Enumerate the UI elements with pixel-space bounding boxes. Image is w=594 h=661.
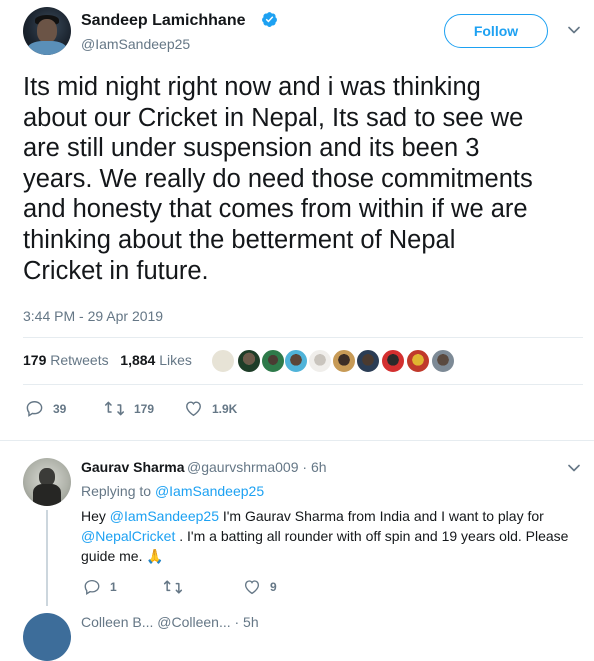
liker-avatar[interactable] [381, 349, 405, 373]
tweet-timestamp[interactable]: 3:44 PM - 29 Apr 2019 [23, 308, 163, 324]
reply-action[interactable]: 39 [25, 399, 66, 418]
reply-text-part: Hey [81, 508, 110, 524]
divider [23, 337, 583, 338]
reply-retweet-action[interactable] [163, 578, 192, 596]
liker-avatar[interactable] [431, 349, 455, 373]
chevron-down-icon[interactable] [568, 26, 580, 34]
replying-to-link[interactable]: @IamSandeep25 [155, 483, 264, 499]
reply-author-name[interactable]: Gaurav Sharma [81, 459, 185, 475]
author-handle[interactable]: @IamSandeep25 [81, 36, 190, 52]
like-action[interactable]: 1.9K [184, 399, 237, 418]
section-divider [0, 440, 594, 441]
reply-reply-action[interactable]: 1 [83, 578, 117, 596]
retweet-action[interactable]: 179 [104, 399, 154, 418]
liker-avatar[interactable] [406, 349, 430, 373]
liker-avatar[interactable] [308, 349, 332, 373]
likes-stat[interactable]: 1,884 Likes [120, 352, 192, 368]
follow-button[interactable]: Follow [444, 14, 548, 48]
replying-to-label: Replying to [81, 483, 152, 499]
reply-count: 39 [53, 401, 67, 416]
retweets-count: 179 [23, 352, 47, 368]
likes-label: Likes [159, 352, 192, 368]
like-count: 1.9K [212, 401, 238, 416]
reply-author-meta: @gaurvshrma009 · 6h [187, 459, 327, 475]
heart-icon [244, 580, 260, 595]
liker-avatar[interactable] [332, 349, 356, 373]
reply-author-avatar[interactable] [23, 458, 71, 506]
likes-count: 1,884 [120, 352, 156, 368]
reply-icon [26, 401, 43, 417]
retweets-stat[interactable]: 179 Retweets [23, 352, 109, 368]
retweet-count: 179 [134, 401, 155, 416]
liker-avatar[interactable] [284, 349, 308, 373]
divider [23, 384, 583, 385]
chevron-down-icon[interactable] [568, 464, 580, 472]
folded-hands-emoji: 🙏 [146, 548, 164, 564]
author-avatar[interactable] [23, 7, 71, 55]
author-name[interactable]: Sandeep Lamichhane [81, 12, 246, 30]
next-reply-preview[interactable]: Colleen B... @Colleen... · 5h [81, 614, 259, 630]
reply-like-count: 9 [270, 580, 277, 594]
reply-text-part: I'm Gaurav Sharma from India and I want … [218, 508, 544, 524]
tweet-stats: 179 Retweets 1,884 Likes [23, 352, 192, 368]
replying-to: Replying to @IamSandeep25 [81, 483, 264, 499]
next-reply-avatar[interactable] [23, 613, 71, 661]
reply-time[interactable]: · 6h [302, 459, 326, 475]
liker-avatar[interactable] [356, 349, 380, 373]
heart-icon [186, 401, 201, 417]
reply-icon [84, 579, 100, 595]
reply-reply-count: 1 [110, 580, 117, 594]
mention-link[interactable]: @NepalCricket [81, 528, 175, 544]
retweet-icon [104, 401, 125, 416]
reply-like-action[interactable]: 9 [243, 578, 277, 596]
retweets-label: Retweets [50, 352, 109, 368]
reply-text: Hey @IamSandeep25 I'm Gaurav Sharma from… [81, 506, 581, 566]
verified-badge-icon [262, 12, 277, 27]
tweet-text: Its mid night right now and i was thinki… [23, 73, 533, 285]
thread-line [46, 510, 48, 606]
liker-avatar[interactable] [237, 349, 261, 373]
liker-avatar[interactable] [211, 349, 235, 373]
mention-link[interactable]: @IamSandeep25 [110, 508, 219, 524]
retweet-icon [163, 580, 183, 594]
liker-avatar[interactable] [261, 349, 285, 373]
reply-author-handle[interactable]: @gaurvshrma009 [187, 459, 299, 475]
